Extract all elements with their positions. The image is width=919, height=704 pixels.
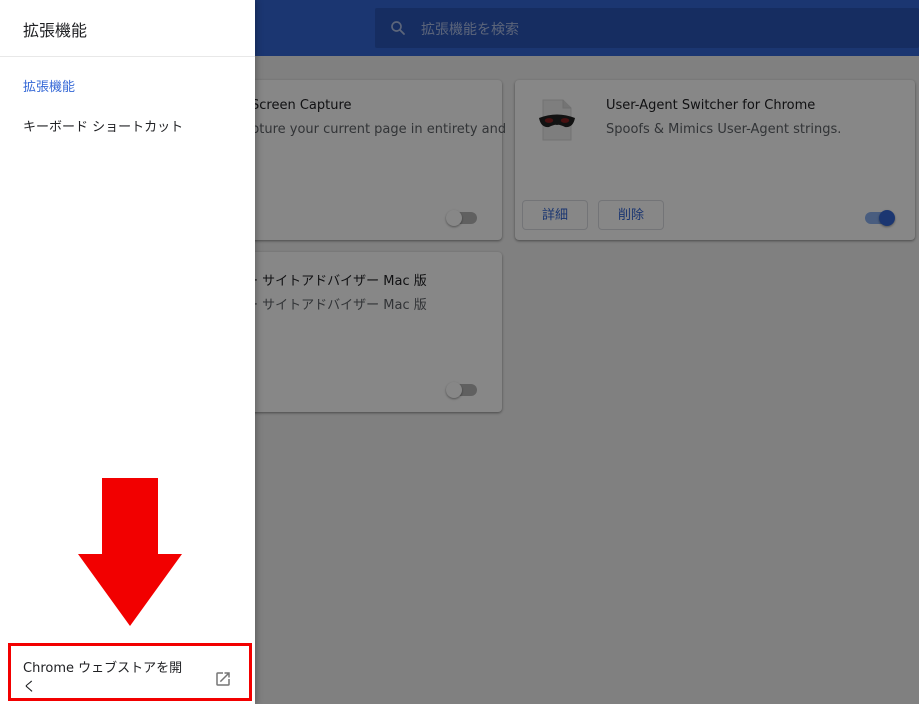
webstore-link-label: Chrome ウェブストアを開く <box>23 661 183 695</box>
nav-item-extensions[interactable]: 拡張機能 <box>23 76 75 95</box>
drawer-title: 拡張機能 <box>23 21 88 40</box>
divider <box>0 56 255 57</box>
open-webstore-link[interactable]: Chrome ウェブストアを開く <box>8 643 252 701</box>
open-in-new-icon <box>216 672 230 686</box>
down-arrow-annotation <box>78 478 182 626</box>
nav-item-keyboard-shortcuts[interactable]: キーボード ショートカット <box>23 116 183 135</box>
